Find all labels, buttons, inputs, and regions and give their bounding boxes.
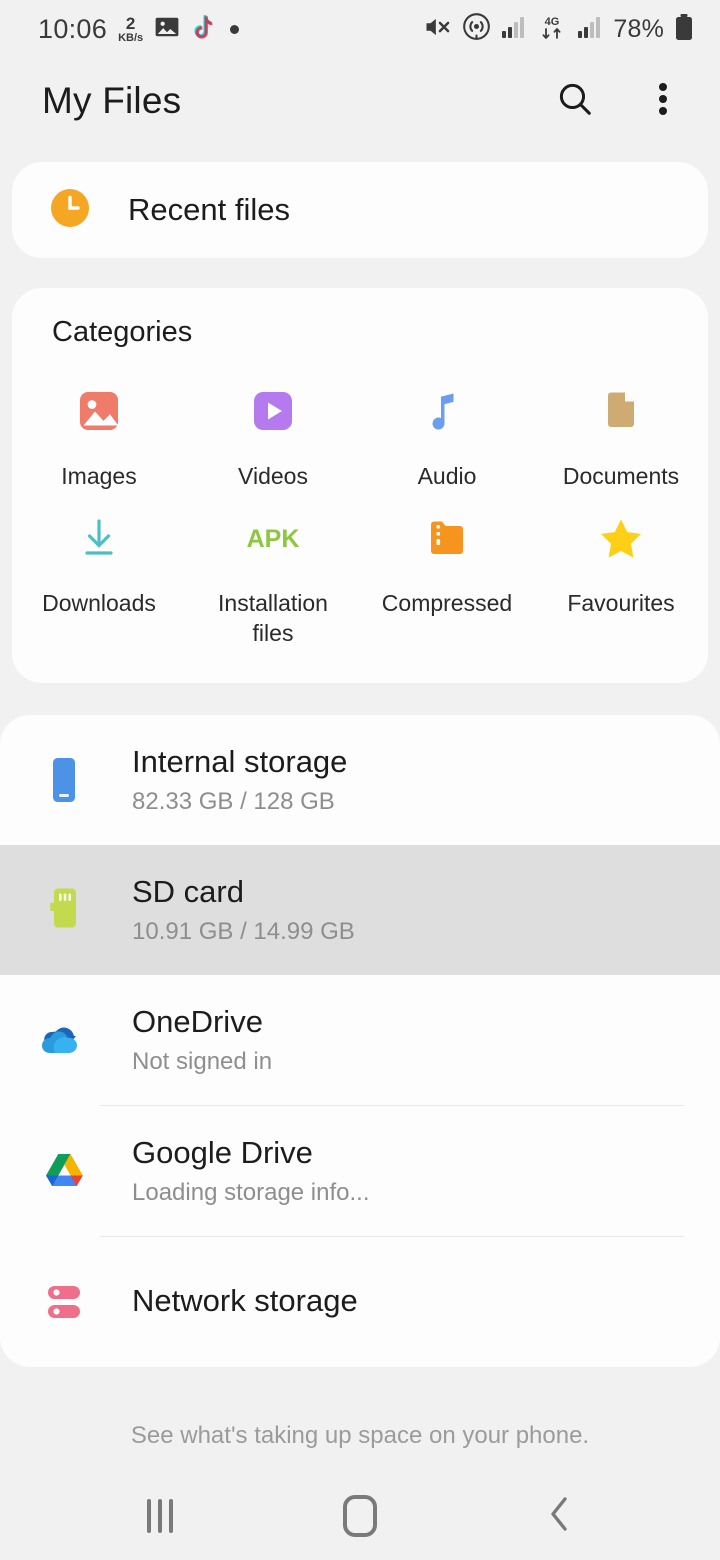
nav-back-button[interactable]	[500, 1481, 620, 1551]
status-time: 10:06	[38, 13, 108, 44]
storage-item-text: Google Drive Loading storage info...	[132, 1134, 370, 1207]
star-icon	[594, 510, 648, 566]
battery-icon	[674, 13, 694, 46]
svg-text:4G: 4G	[545, 16, 560, 28]
clock-icon	[48, 186, 92, 235]
category-label: Downloads	[42, 589, 156, 616]
zip-folder-icon	[421, 510, 473, 566]
storage-item-network-storage[interactable]: Network storage	[0, 1237, 720, 1367]
mute-icon	[422, 13, 452, 46]
storage-item-name: SD card	[132, 874, 244, 910]
storage-item-name: Network storage	[132, 1283, 358, 1319]
category-label: Favourites	[567, 589, 675, 616]
category-label: Documents	[562, 463, 680, 489]
back-chevron-icon	[545, 1493, 575, 1540]
recents-icon	[147, 1499, 173, 1533]
svg-text:APK: APK	[247, 525, 300, 553]
storage-item-text: Network storage	[132, 1282, 358, 1321]
category-label: Audio	[417, 463, 477, 489]
page-title: My Files	[42, 80, 182, 121]
storage-item-name: Internal storage	[132, 744, 348, 780]
signal-bars-2-icon	[577, 15, 603, 44]
category-item-documents[interactable]: Documents	[534, 375, 708, 492]
app-bar-actions	[548, 74, 690, 128]
category-item-installation-files[interactable]: APK Installation files	[186, 502, 360, 649]
more-vertical-icon	[658, 80, 668, 123]
image-icon	[73, 383, 125, 439]
storage-item-onedrive[interactable]: OneDrive Not signed in	[0, 975, 720, 1105]
tiktok-icon	[191, 14, 215, 45]
nav-home-button[interactable]	[300, 1481, 420, 1551]
status-bar-left: 10:06 2 KB/s	[38, 13, 240, 45]
storage-item-sub: Loading storage info...	[132, 1179, 370, 1207]
storage-item-name: Google Drive	[132, 1135, 313, 1171]
gallery-icon	[154, 14, 180, 45]
category-item-favourites[interactable]: Favourites	[534, 502, 708, 649]
my-files-screen: 10:06 2 KB/s 4G 78% My Files Recent file…	[0, 0, 720, 1560]
recent-files-card[interactable]: Recent files	[12, 162, 708, 258]
categories-title: Categories	[52, 316, 193, 348]
status-bar-right: 4G 78%	[422, 12, 694, 46]
app-bar: My Files	[0, 58, 720, 144]
category-label: Videos	[238, 463, 308, 489]
storage-item-google-drive[interactable]: Google Drive Loading storage info...	[0, 1106, 720, 1236]
music-note-icon	[421, 383, 473, 439]
hotspot-icon	[462, 12, 491, 46]
search-icon	[556, 80, 594, 123]
category-label: Compressed	[381, 589, 513, 616]
storage-item-name: OneDrive	[132, 1004, 263, 1040]
main-content: Recent files Categories Images Videos Au…	[0, 144, 720, 1472]
phone-icon	[36, 753, 92, 807]
battery-percent-label: 78%	[613, 14, 664, 43]
category-label: Installation files	[218, 589, 328, 647]
storage-item-text: SD card 10.91 GB / 14.99 GB	[132, 873, 355, 946]
network-speed-indicator: 2 KB/s	[118, 15, 143, 44]
status-bar: 10:06 2 KB/s 4G 78%	[0, 0, 720, 58]
category-item-compressed[interactable]: Compressed	[360, 502, 534, 649]
document-icon	[595, 383, 647, 439]
storage-item-internal-storage[interactable]: Internal storage 82.33 GB / 128 GB	[0, 715, 720, 845]
search-button[interactable]	[548, 74, 602, 128]
nav-recents-button[interactable]	[100, 1481, 220, 1551]
video-play-icon	[247, 383, 299, 439]
download-arrow-icon	[73, 510, 125, 566]
storage-item-sd-card[interactable]: SD card 10.91 GB / 14.99 GB	[0, 844, 720, 975]
storage-hint-text: See what's taking up space on your phone…	[130, 1422, 590, 1449]
recent-files-label: Recent files	[128, 192, 290, 227]
network-server-icon	[36, 1279, 92, 1325]
network-speed-unit: KB/s	[118, 31, 144, 44]
signal-bars-icon	[501, 15, 527, 44]
category-item-downloads[interactable]: Downloads	[12, 502, 186, 649]
apk-icon: APK	[241, 510, 305, 566]
storage-item-text: Internal storage 82.33 GB / 128 GB	[132, 743, 347, 816]
category-item-images[interactable]: Images	[12, 375, 186, 492]
onedrive-cloud-icon	[36, 1020, 92, 1060]
google-drive-icon	[36, 1149, 92, 1193]
storage-list: Internal storage 82.33 GB / 128 GB SD ca…	[0, 714, 720, 1367]
network-4g-icon: 4G	[537, 13, 567, 46]
category-item-audio[interactable]: Audio	[360, 375, 534, 492]
categories-card: Categories Images Videos Audio Documents…	[12, 288, 708, 683]
sd-card-icon	[36, 884, 92, 936]
storage-item-sub: 82.33 GB / 128 GB	[132, 788, 335, 816]
network-speed-value: 2	[125, 13, 136, 33]
dot-indicator-icon	[230, 24, 240, 34]
storage-item-text: OneDrive Not signed in	[132, 1003, 272, 1076]
storage-item-sub: 10.91 GB / 14.99 GB	[132, 918, 355, 946]
storage-item-sub: Not signed in	[132, 1048, 273, 1076]
category-item-videos[interactable]: Videos	[186, 375, 360, 492]
category-label: Images	[61, 463, 137, 489]
home-icon	[343, 1495, 377, 1537]
system-nav-bar	[0, 1472, 720, 1560]
more-options-button[interactable]	[636, 74, 690, 128]
categories-grid: Images Videos Audio Documents Downloads …	[12, 375, 708, 649]
